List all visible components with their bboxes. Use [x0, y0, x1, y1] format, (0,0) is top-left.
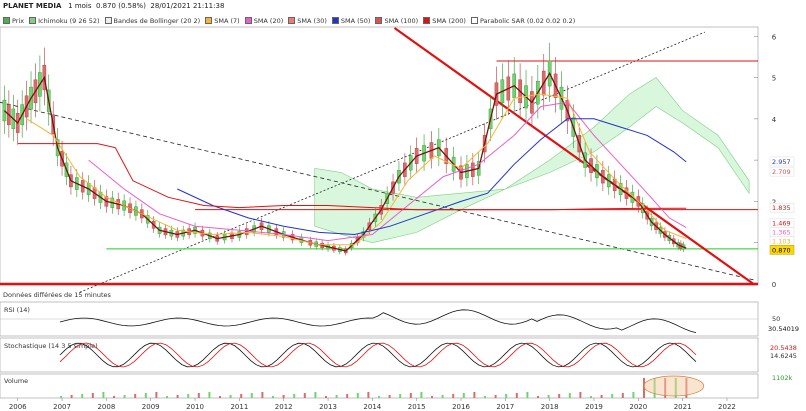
volume-bar	[378, 396, 380, 398]
x-tick-label: 2007	[53, 403, 71, 411]
volume-bar	[272, 396, 274, 398]
x-tick-label: 2018	[541, 403, 559, 411]
x-tick-label: 2022	[718, 403, 736, 411]
volume-bar	[356, 393, 359, 398]
x-tick-label: 2015	[408, 403, 426, 411]
volume-value-tag: 1102k	[772, 374, 793, 382]
x-tick-label: 2021	[674, 403, 692, 411]
x-tick-label: 2010	[186, 403, 204, 411]
x-tick-label: 2012	[275, 403, 293, 411]
volume-bar	[60, 396, 62, 398]
volume-bar	[240, 394, 243, 398]
volume-bar	[303, 393, 306, 398]
volume-bar	[505, 394, 508, 398]
volume-highlight	[643, 375, 705, 397]
volume-bar	[462, 393, 465, 398]
price-tag-label: 0.870	[772, 246, 791, 254]
volume-bar	[335, 395, 338, 398]
volume-bar	[134, 394, 137, 398]
price-tag-label: 1.835	[772, 204, 791, 212]
volume-bar	[600, 395, 603, 398]
chart-widget: PLANET MEDIA 1 mois 0.870 (0.58%) 28/01/…	[0, 0, 806, 411]
volume-bar	[590, 396, 592, 398]
volume-bar	[314, 392, 317, 398]
volume-bar	[388, 395, 391, 398]
volume-bar	[229, 395, 232, 398]
x-tick-label: 2017	[496, 403, 514, 411]
volume-bar	[494, 395, 497, 398]
x-tick-label: 2009	[142, 403, 160, 411]
x-tick-label: 2013	[319, 403, 337, 411]
volume-bar	[282, 395, 285, 398]
volume-bar	[219, 396, 221, 398]
y-tick-label: 6	[772, 33, 777, 41]
volume-bar	[526, 392, 529, 398]
volume-bar	[187, 394, 190, 398]
volume-bar	[102, 392, 105, 398]
price-tag-label: 1.365	[772, 228, 791, 236]
volume-bar	[166, 396, 168, 398]
volume-bar	[399, 394, 402, 398]
volume-bar	[537, 396, 539, 398]
x-tick-label: 2019	[585, 403, 603, 411]
rsi-label: RSI (14)	[4, 306, 30, 314]
stoch-value-tag: 20.5438	[770, 344, 797, 352]
volume-bar	[113, 396, 115, 398]
x-tick-label: 2008	[97, 403, 115, 411]
volume-bar	[621, 393, 624, 398]
volume-bar	[208, 392, 211, 398]
volume-bar	[367, 392, 370, 398]
volume-bar	[484, 396, 486, 398]
volume-bar	[515, 393, 518, 398]
volume-bar	[70, 395, 73, 398]
volume-bar	[197, 393, 200, 398]
volume-bar	[155, 392, 158, 398]
volume-bar	[558, 394, 561, 398]
volume-bar	[261, 392, 264, 398]
main-panel-frame	[0, 26, 759, 286]
delay-notice: Données différées de 15 minutes	[3, 291, 111, 299]
x-tick-label: 2011	[230, 403, 248, 411]
x-tick-label: 2006	[9, 403, 27, 411]
rsi-value-tag: 30.54019	[768, 325, 799, 333]
volume-bar	[123, 395, 126, 398]
volume-bar	[547, 395, 550, 398]
y-tick-label: 0	[772, 281, 776, 289]
x-tick-label: 2014	[363, 403, 381, 411]
volume-bar	[346, 394, 349, 398]
x-tick-label: 2016	[452, 403, 470, 411]
volume-bar	[632, 392, 635, 398]
volume-bar	[452, 394, 455, 398]
stoch-value-tag-2: 14.6245	[770, 352, 797, 360]
y-tick-label: 5	[772, 75, 776, 83]
volume-bar	[441, 395, 444, 398]
price-tag-label: 2.709	[772, 168, 791, 176]
volume-bar	[431, 396, 433, 398]
price-tag-label: 1.103	[772, 237, 791, 245]
price-tag-label: 1.469	[772, 219, 791, 227]
x-tick-label: 2020	[629, 403, 647, 411]
volume-bar	[293, 394, 296, 398]
price-chart-svg: 6543210200620072008200920102011201220132…	[0, 26, 806, 411]
y-tick-label: 4	[772, 116, 777, 124]
volume-bar	[568, 393, 571, 398]
volume-bar	[144, 393, 147, 398]
volume-bar	[81, 394, 84, 398]
volume-bar	[420, 392, 423, 398]
volume-bar	[250, 393, 253, 398]
volume-bar	[409, 393, 412, 398]
volume-bar	[176, 395, 179, 398]
volume-bar	[325, 396, 327, 398]
volume-bar	[473, 392, 476, 398]
volume-bar	[91, 393, 94, 398]
volume-label: Volume	[4, 377, 28, 385]
price-tag-label: 2.957	[772, 158, 791, 166]
volume-bar	[579, 392, 582, 398]
volume-bar	[611, 394, 614, 398]
rsi-level-label: 50	[772, 315, 780, 323]
